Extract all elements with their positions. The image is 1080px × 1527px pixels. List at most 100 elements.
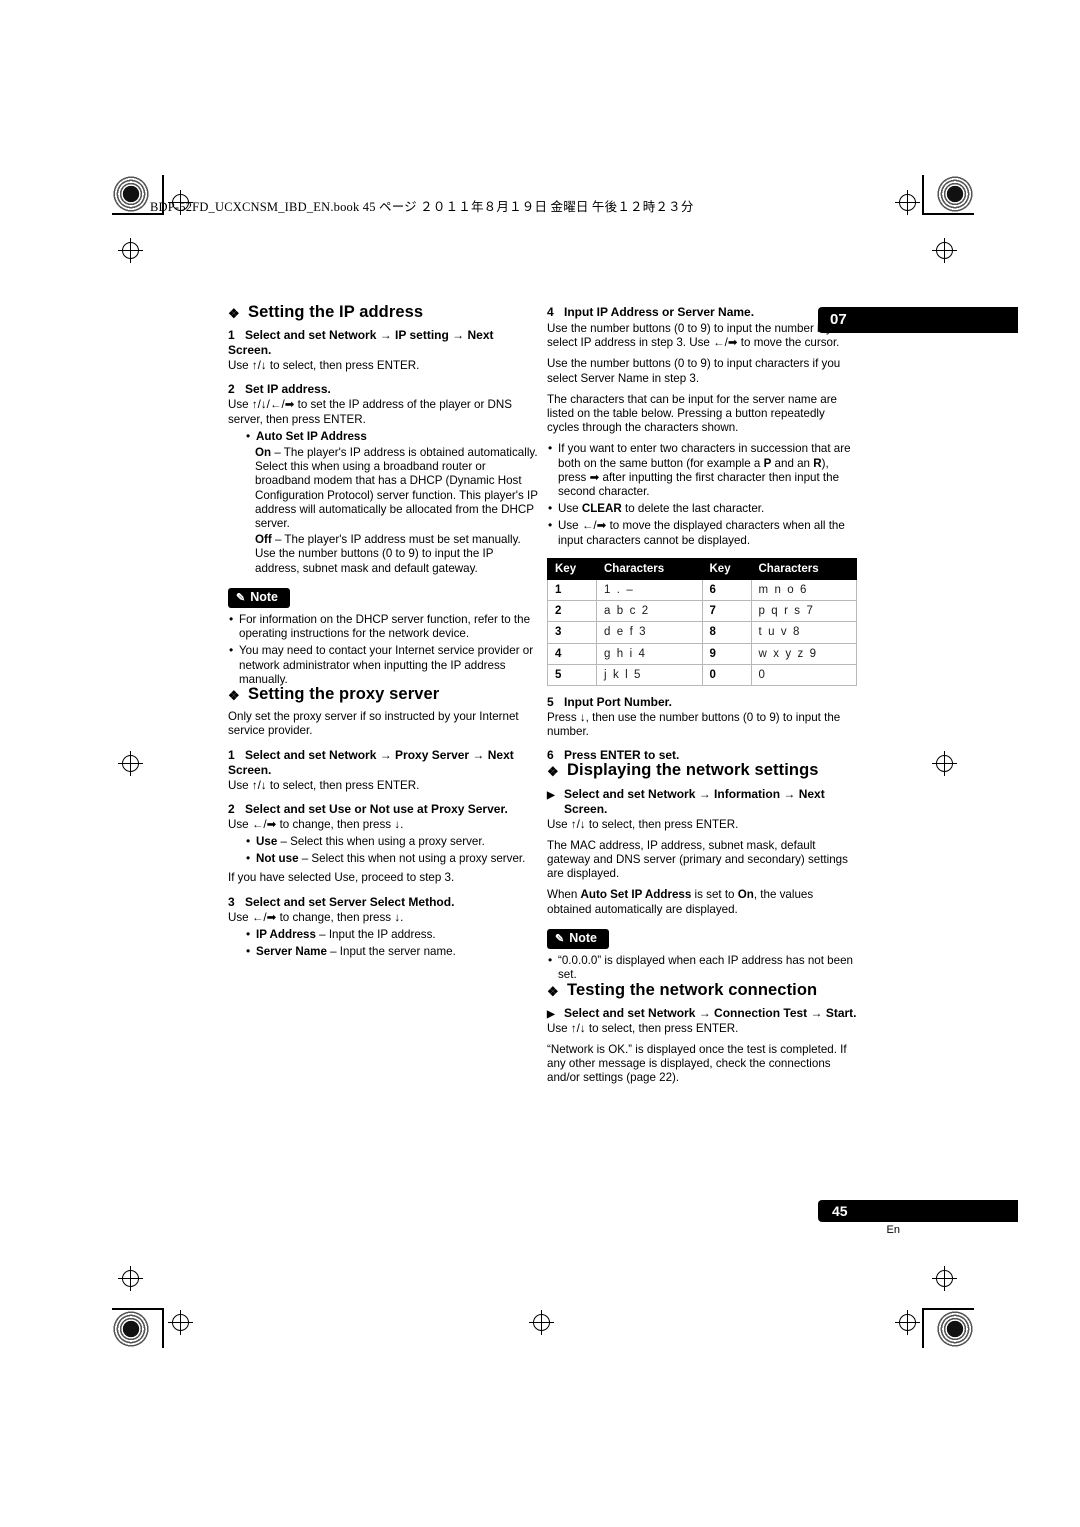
- step-4-paragraph-2: Use the number buttons (0 to 9) to input…: [547, 357, 841, 385]
- step-number: 2: [228, 801, 235, 816]
- pencil-icon: ✎: [555, 932, 565, 945]
- reg-mark-lower-right: [932, 1266, 957, 1291]
- step-number: 3: [228, 894, 235, 909]
- section-heading-displaying-network-settings: ❖ Displaying the network settings: [547, 761, 819, 780]
- step-2-ip: 2 Set IP address. Use ↑/↓/←/➡ to set the …: [228, 382, 538, 426]
- step-1-body: Use ↑/↓ to select, then press ENTER.: [228, 359, 420, 373]
- proxy-step-2-heading: 2 Select and set Use or Not use at Proxy …: [228, 801, 508, 816]
- step-1-ip: 1 Select and set Network → IP setting → N…: [228, 328, 538, 373]
- left-column: ❖ Setting the IP address 1 Select and set…: [228, 303, 538, 959]
- table-row: 5 j k l 5 0 0: [547, 663, 857, 687]
- note-header: ✎ Note: [228, 587, 290, 609]
- note-box-right: ✎Note “0.0.0.0” is displayed when each I…: [547, 928, 859, 983]
- display-network-paragraph-2: When Auto Set IP Address is set to On, t…: [547, 888, 814, 916]
- section-heading-testing-network-connection: ❖ Testing the network connection: [547, 980, 818, 999]
- test-network-step-body: Use ↑/↓ to select, then press ENTER.: [547, 1021, 739, 1035]
- table-cell-characters: a b c 2: [596, 600, 703, 623]
- crop-line-bottom-right-h: [922, 1308, 974, 1310]
- crop-line-bottom-left-h: [112, 1308, 164, 1310]
- table-cell-key: 2: [547, 600, 597, 623]
- page-language-label: En: [886, 1224, 900, 1236]
- right-column: 4 Input IP Address or Server Name. Use th…: [547, 305, 859, 1086]
- reg-mark-center-right: [932, 751, 957, 776]
- proxy-not-use-bullet: Not use – Select this when not using a p…: [245, 851, 538, 866]
- proxy-step-3: 3 Select and set Server Select Method. Us…: [228, 895, 538, 925]
- document-page: BDP-52FD_UCXCNSM_IBD_EN.book 45 ページ ２０１１…: [0, 0, 1080, 1527]
- table-cell-characters: p q r s 7: [750, 600, 857, 623]
- auto-set-off-description: Off – The player's IP address must be se…: [255, 533, 521, 575]
- test-network-step-heading: ▶ Select and set Network → Connection Tes…: [547, 1005, 857, 1020]
- halftone-circle-bottom-left: [112, 1310, 150, 1348]
- table-cell-key: 6: [701, 579, 752, 602]
- step-5-heading: 5 Input Port Number.: [547, 695, 672, 710]
- step-5-body: Press ↓, then use the number buttons (0 …: [547, 711, 841, 739]
- triangle-bullet-icon: ▶: [547, 789, 555, 801]
- display-network-step-body: Use ↑/↓ to select, then press ENTER.: [547, 817, 739, 831]
- proxy-use-bullet: Use – Select this when using a proxy ser…: [245, 834, 538, 849]
- step-2-heading: 2 Set IP address.: [228, 382, 331, 397]
- step-number: 2: [228, 382, 235, 397]
- table-cell-key: 8: [701, 621, 752, 644]
- reg-mark-mid-left: [118, 238, 143, 263]
- proxy-step-2-body: Use ←/➡ to change, then press ↓.: [228, 817, 404, 831]
- note-box-left: ✎Note For information on the DHCP server…: [228, 587, 538, 687]
- proxy-server-name-bullet: Server Name – Input the server name.: [245, 944, 538, 959]
- step-4-paragraph-3: The characters that can be input for the…: [547, 392, 837, 435]
- test-network-paragraph-1: “Network is OK.” is displayed once the t…: [547, 1042, 847, 1085]
- proxy-after-paragraph: If you have selected Use, proceed to ste…: [228, 871, 455, 885]
- table-cell-characters: m n o 6: [750, 579, 857, 602]
- diamond-bullet-icon: ❖: [547, 983, 559, 999]
- table-header-key-1: Key: [547, 557, 597, 581]
- display-network-step-heading: ▶ Select and set Network → Information → …: [547, 786, 825, 816]
- step-number: 5: [547, 695, 554, 710]
- note-bullet-2: You may need to contact your Internet se…: [228, 643, 538, 687]
- table-header-characters-2: Characters: [750, 557, 857, 581]
- table-header-characters-1: Characters: [596, 557, 703, 581]
- reg-mark-lower-left: [118, 1266, 143, 1291]
- step-number: 1: [228, 328, 235, 343]
- display-network-paragraph-1: The MAC address, IP address, subnet mask…: [547, 838, 848, 881]
- table-cell-key: 4: [547, 642, 597, 665]
- table-cell-key: 7: [701, 600, 752, 623]
- table-cell-characters: w x y z 9: [750, 642, 857, 665]
- step-number: 6: [547, 748, 554, 763]
- halftone-circle-top-right: [936, 175, 974, 213]
- section-heading-setting-ip-address: ❖ Setting the IP address: [228, 303, 424, 321]
- table-cell-characters: g h i 4: [596, 642, 703, 665]
- table-cell-characters: t u v 8: [750, 621, 857, 644]
- proxy-step-3-body: Use ←/➡ to change, then press ↓.: [228, 910, 404, 924]
- halftone-circle-top-left: [112, 175, 150, 213]
- reg-mark-top-right: [895, 190, 920, 215]
- table-row: 4 g h i 4 9 w x y z 9: [547, 642, 857, 665]
- proxy-step-1-heading: 1 Select and set Network → Proxy Server →…: [228, 747, 514, 777]
- table-cell-key: 0: [701, 663, 752, 687]
- table-row: 3 d e f 3 8 t u v 8: [547, 621, 857, 644]
- step-4-bullet-3: Use ←/➡ to move the displayed characters…: [547, 518, 859, 547]
- note-header: ✎ Note: [547, 928, 609, 950]
- table-header-key-2: Key: [701, 557, 752, 581]
- reg-mark-bottom-left: [168, 1310, 193, 1335]
- step-1-heading: 1 Select and set Network → IP setting → N…: [228, 328, 494, 358]
- step-4-bullet-2: Use CLEAR to delete the last character.: [547, 501, 859, 516]
- pencil-icon: ✎: [236, 591, 246, 604]
- diamond-bullet-icon: ❖: [547, 764, 559, 780]
- step-5-input-port: 5 Input Port Number. Press ↓, then use th…: [547, 695, 859, 739]
- diamond-bullet-icon: ❖: [228, 306, 240, 321]
- step-2-body: Use ↑/↓/←/➡ to set the IP address of the…: [228, 398, 513, 426]
- diamond-bullet-icon: ❖: [228, 688, 240, 704]
- section-heading-setting-proxy-server: ❖ Setting the proxy server: [228, 685, 440, 704]
- table-cell-characters: 1 . –: [596, 579, 703, 602]
- proxy-step-1: 1 Select and set Network → Proxy Server →…: [228, 748, 538, 793]
- table-cell-key: 5: [547, 663, 597, 687]
- table-cell-characters: 0: [750, 663, 857, 687]
- step-number: 4: [547, 305, 554, 319]
- crop-line-bottom-right-v: [922, 1308, 924, 1348]
- proxy-step-2: 2 Select and set Use or Not use at Proxy …: [228, 802, 538, 832]
- step-4-input-ip: 4 Input IP Address or Server Name. Use th…: [547, 305, 859, 435]
- page-number-bar: 45: [818, 1200, 1018, 1222]
- table-row: 1 1 . – 6 m n o 6: [547, 579, 857, 602]
- proxy-intro-paragraph: Only set the proxy server if so instruct…: [228, 710, 519, 738]
- reg-mark-center-left: [118, 751, 143, 776]
- proxy-step-1-body: Use ↑/↓ to select, then press ENTER.: [228, 778, 420, 792]
- reg-mark-mid-right: [932, 238, 957, 263]
